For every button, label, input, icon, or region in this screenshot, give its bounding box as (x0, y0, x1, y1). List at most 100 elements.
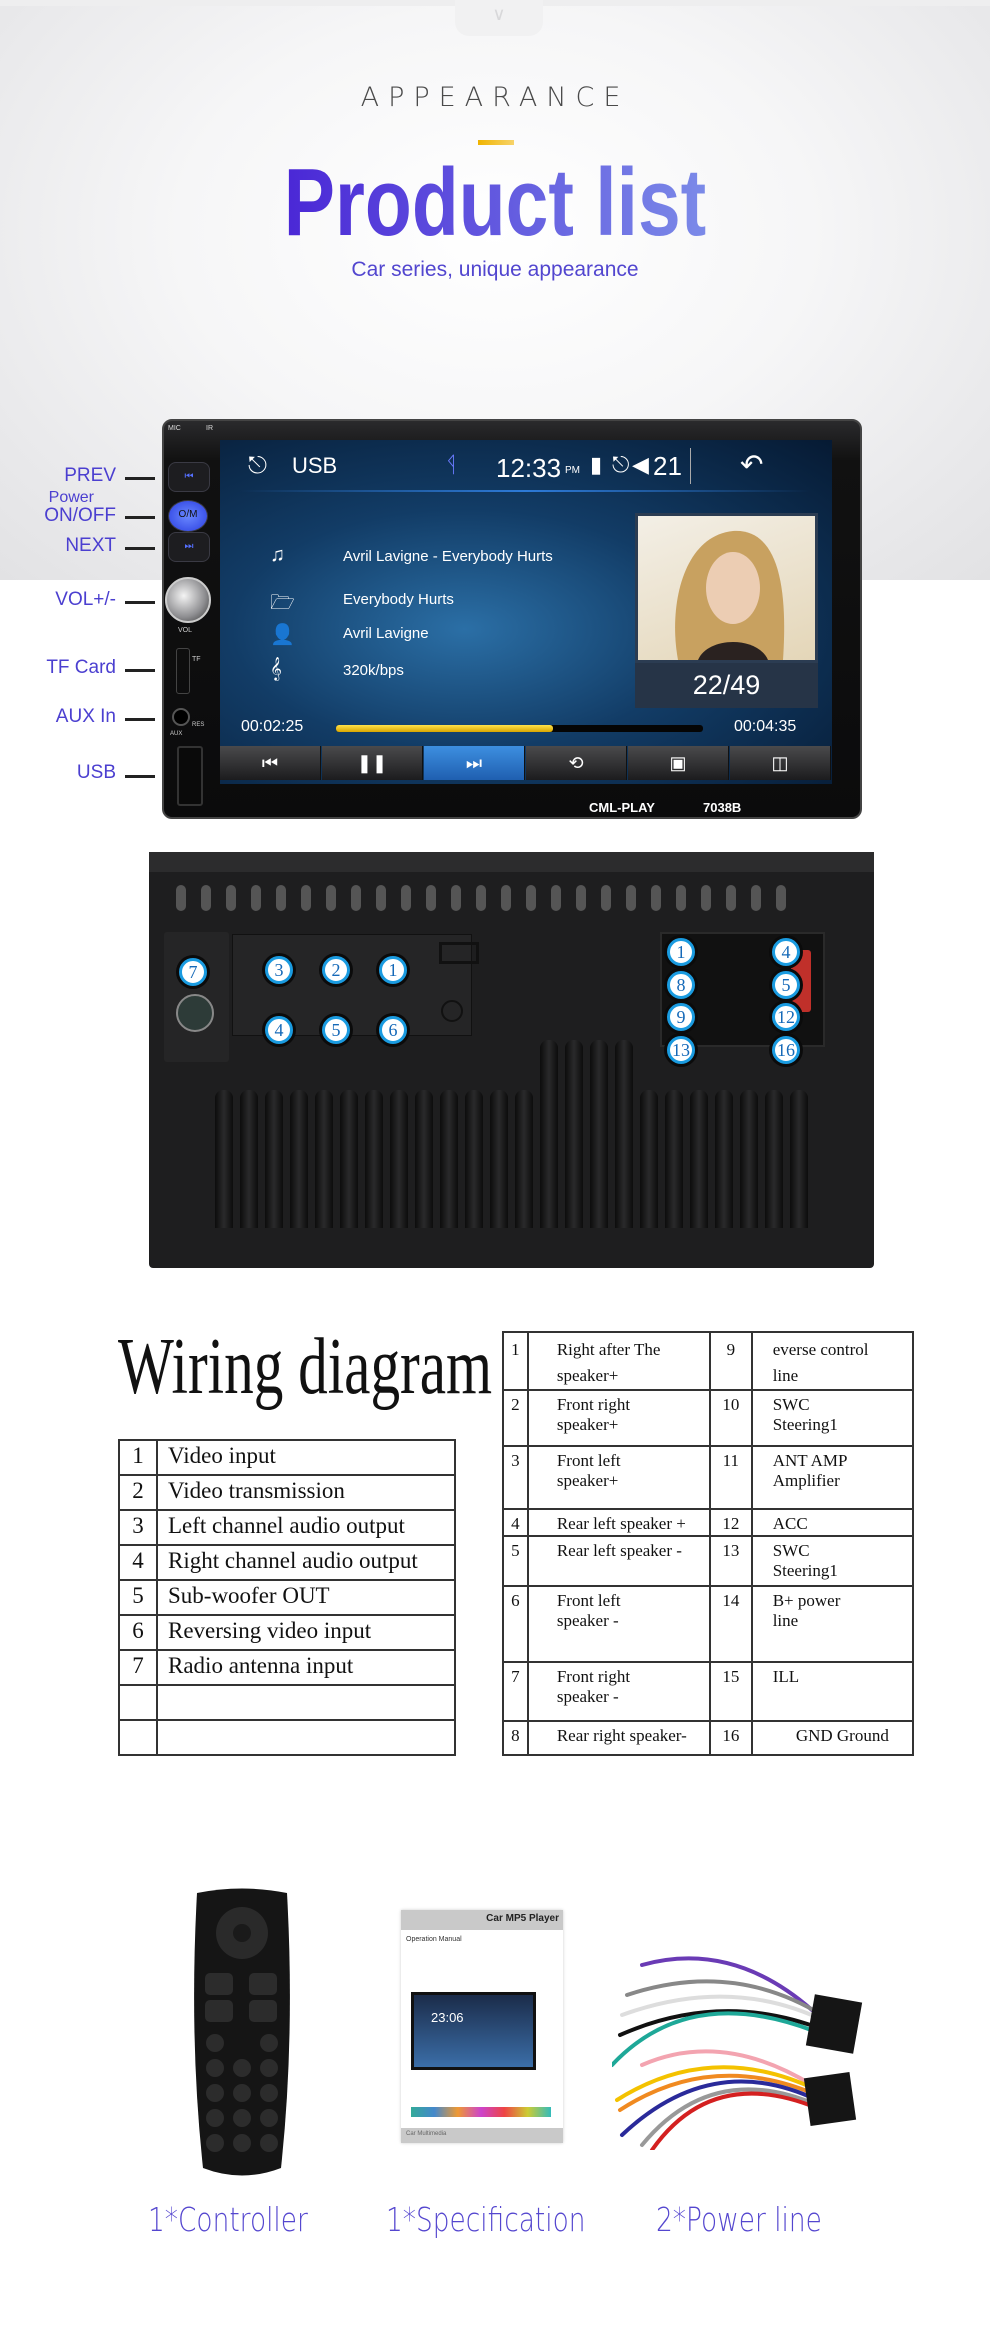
chevron-down-icon[interactable]: ∨ (485, 4, 513, 28)
vol-mark: VOL (178, 627, 193, 634)
label-vol: VOL+/- (55, 589, 116, 610)
wiring-title: Wiring diagram (118, 1323, 493, 1411)
power-button[interactable]: O/M (168, 500, 208, 532)
pin-description: Front left speaker - (526, 1585, 711, 1663)
port-number: 5 (118, 1579, 158, 1616)
vent-slot (201, 885, 211, 911)
pin-description: Rear right speaker- (526, 1720, 711, 1756)
page-title-text: Product list (283, 149, 707, 256)
port-number: 1 (118, 1439, 158, 1476)
port-number: 6 (118, 1614, 158, 1651)
pin-description: B+ power line (750, 1585, 915, 1663)
pin-description: Rear left speaker - (526, 1535, 711, 1587)
heat-sink-fin (415, 1090, 433, 1228)
port-number: 2 (118, 1474, 158, 1511)
vent-slot (651, 885, 661, 911)
heat-sink-fin (440, 1090, 458, 1228)
pointer-line (125, 601, 155, 604)
progress-fill (336, 725, 553, 732)
port-number-badge: 13 (667, 1036, 695, 1064)
port-description (156, 1719, 456, 1756)
source-label: USB (292, 453, 338, 478)
back-icon[interactable]: ↶ (740, 448, 763, 481)
progress-bar[interactable] (336, 725, 703, 732)
vent-slot (451, 885, 461, 911)
pin-number: 6 (502, 1585, 529, 1663)
port-description: Left channel audio output (156, 1509, 456, 1546)
table-row: 2 Front right speaker+ 10 SWC Steering1 (502, 1389, 915, 1447)
pin-number: 14 (708, 1585, 753, 1663)
table-row: 5 Rear left speaker -13 SWC Steering1 (502, 1535, 915, 1587)
heat-sink-fin (690, 1090, 708, 1228)
port-number-badge: 8 (667, 971, 695, 999)
pin-description: everse control line (750, 1331, 915, 1391)
pin-number: 5 (502, 1535, 529, 1587)
pointer-line (125, 669, 155, 672)
pause-button[interactable]: ❚❚ (322, 746, 423, 780)
video-button[interactable]: ◫ (730, 746, 831, 780)
clock-ampm: PM (565, 465, 580, 476)
heat-sink-fin (765, 1090, 783, 1228)
vent-slot (726, 885, 736, 911)
heat-sink-fin (215, 1090, 233, 1228)
port-number (118, 1684, 158, 1721)
divider (690, 448, 691, 484)
repeat-button[interactable]: ⟲ (526, 746, 627, 780)
pin-number: 10 (708, 1389, 753, 1447)
heat-sink-fin (540, 1040, 558, 1228)
treble-clef-icon: 𝄞 (270, 658, 282, 680)
port-number: 4 (118, 1544, 158, 1581)
pin-number: 2 (502, 1389, 529, 1447)
table-row: 2 Video transmission (118, 1474, 456, 1511)
vent-slot (326, 885, 336, 911)
pin-description: ACC (750, 1508, 915, 1537)
next-button[interactable]: ⏭ (424, 746, 525, 780)
screw-hole (441, 1000, 463, 1022)
pin-description: SWC Steering1 (750, 1389, 915, 1447)
heat-sink-fin (515, 1090, 533, 1228)
heat-sink-fin (465, 1090, 483, 1228)
pin-table: 1 Right after The speaker+ 9 everse control… (502, 1331, 915, 1756)
table-row: 5 Sub-woofer OUT (118, 1579, 456, 1616)
volume-knob[interactable] (165, 577, 211, 623)
mic-mark: MIC (168, 425, 181, 432)
label-aux-in: AUX In (55, 706, 116, 727)
aux-jack[interactable] (172, 708, 190, 726)
port-description: Radio antenna input (156, 1649, 456, 1686)
rear-top-edge (149, 852, 874, 872)
album-name: Everybody Hurts (343, 591, 454, 608)
heat-sink-fin (390, 1090, 408, 1228)
tf-card-slot[interactable] (176, 648, 190, 694)
pin-description: Front right speaker+ (526, 1389, 711, 1447)
port-number-badge: 2 (322, 956, 350, 984)
prev-button[interactable]: ⏮ (168, 462, 210, 492)
pointer-line (125, 516, 155, 519)
pin-description: SWC Steering1 (750, 1535, 915, 1587)
port-description: Sub-woofer OUT (156, 1579, 456, 1616)
pin-description: Front right speaker - (526, 1661, 711, 1722)
next-icon: ⏭ (465, 753, 483, 773)
pin-number: 16 (708, 1720, 753, 1756)
usb-port[interactable] (177, 746, 203, 806)
vent-slot (626, 885, 636, 911)
antenna-port (176, 994, 214, 1032)
image-button[interactable]: ▣ (628, 746, 729, 780)
track-title: Avril Lavigne - Everybody Hurts (343, 548, 553, 565)
folder-icon: 🗁 (270, 592, 295, 614)
accent-bar (478, 140, 514, 145)
next-button[interactable]: ⏭ (168, 532, 210, 562)
touch-screen[interactable]: ⎋ USB ᛩ 12:33 PM ▮ ⎋ ◀ 21 ↶ ♫ Avril Lavi… (220, 440, 832, 784)
table-row (118, 1684, 456, 1721)
port-number-badge: 1 (379, 956, 407, 984)
vent-slot (551, 885, 561, 911)
pin-number: 12 (708, 1508, 753, 1537)
bluetooth-icon[interactable]: ᛩ (445, 452, 458, 478)
volume-icon[interactable]: ◀ (632, 452, 649, 478)
vent-slot (676, 885, 686, 911)
vent-slot (351, 885, 361, 911)
previous-button[interactable]: ⏮ (220, 746, 321, 780)
heat-sink-fin (315, 1090, 333, 1228)
vent-slot (576, 885, 586, 911)
vent-slot (476, 885, 486, 911)
pin-number: 9 (708, 1331, 753, 1391)
